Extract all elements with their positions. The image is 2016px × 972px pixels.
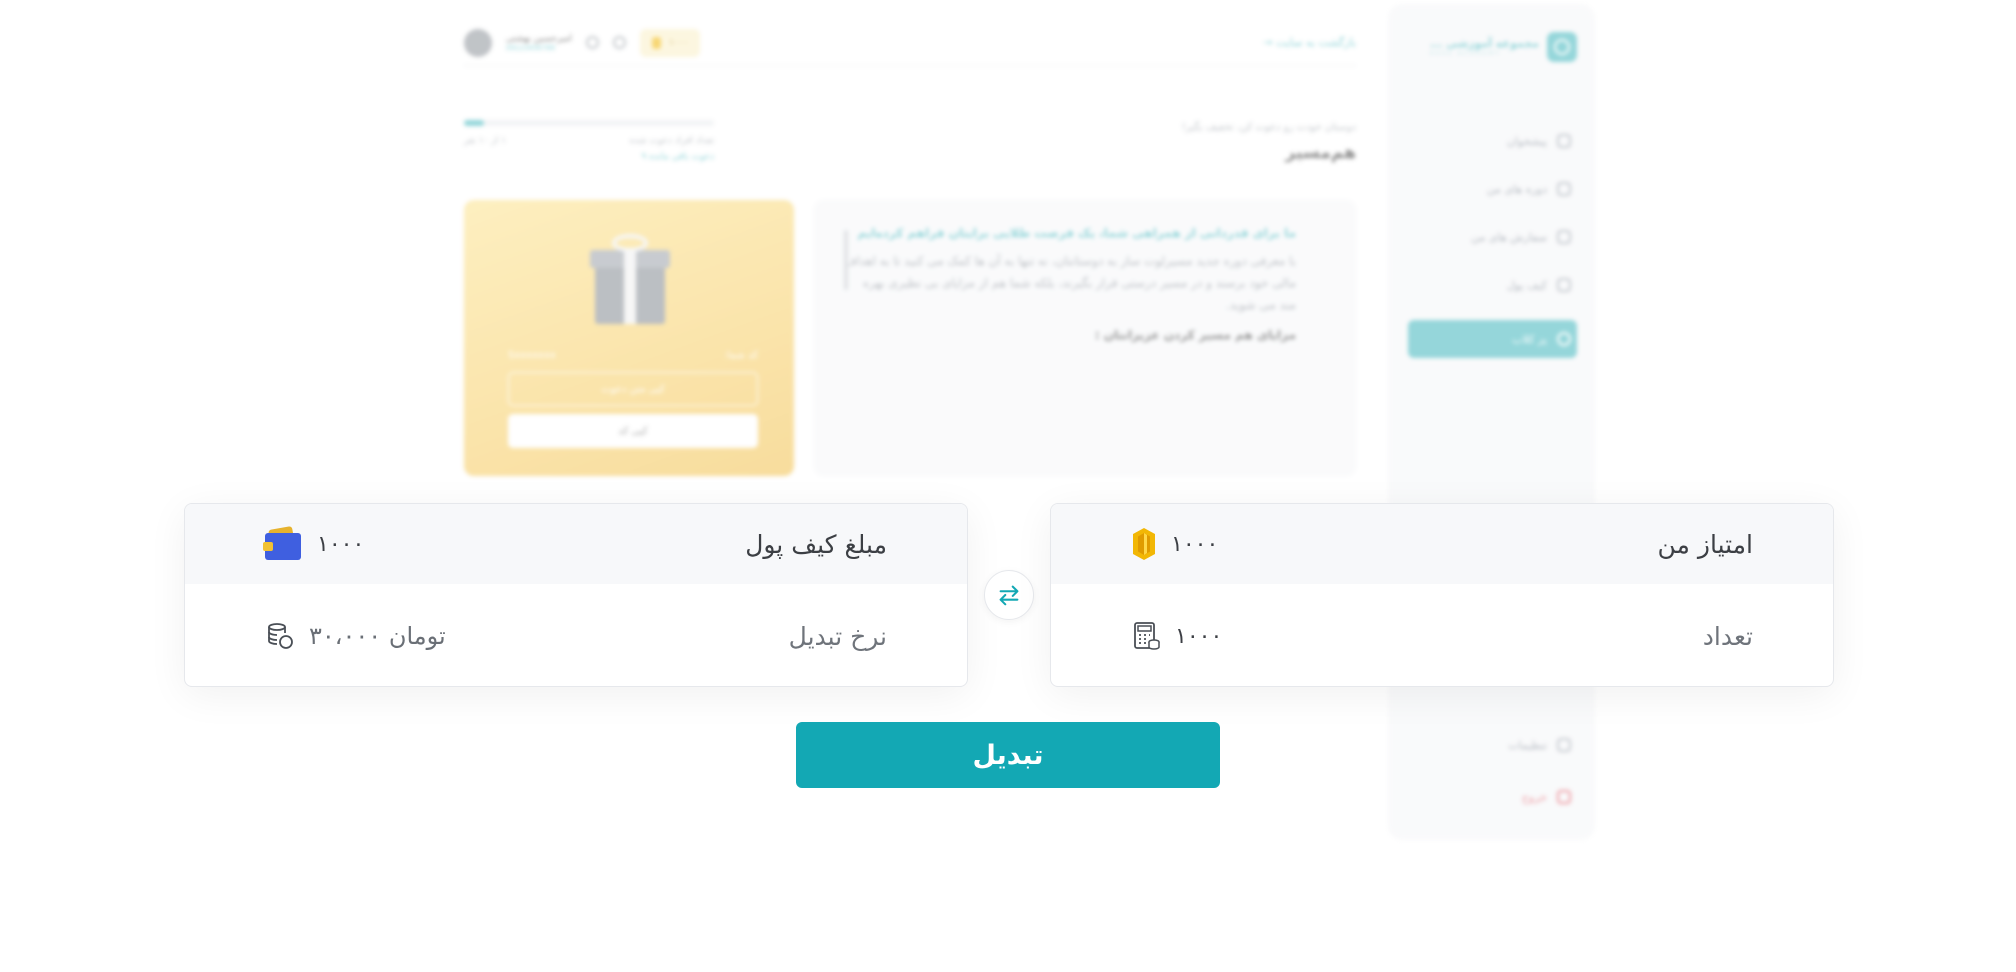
my-points-label: امتیاز من: [1657, 529, 1753, 559]
copy-code-button[interactable]: کپی کد: [508, 414, 758, 448]
sidebar-item-club[interactable]: پز کلاب: [1408, 320, 1577, 358]
progress-count: ۱ از ۱۰ نفر: [464, 136, 506, 146]
coin-balance: ۱۰۰۰: [668, 37, 689, 48]
referral-code-value: Sxxxxxxx: [508, 350, 556, 361]
wallet-amount-card: ۱۰۰۰ مبلغ کیف پول ۳۰،۰۰۰ تومان نرخ تبدیل: [184, 503, 968, 687]
back-link-label: بازگشت به سایت: [1276, 36, 1356, 49]
header-user-area: امیرحسین بهشتی 09123456789 ۱۰۰۰: [464, 28, 701, 57]
wallet-amount-label: مبلغ کیف پول: [745, 529, 887, 559]
user-info: امیرحسین بهشتی 09123456789: [506, 34, 572, 52]
progress-row: تعداد افراد دعوت شده ۱ از ۱۰ نفر: [464, 136, 714, 146]
brand-logo-icon: [1547, 32, 1577, 62]
points-count: ۱۰۰۰: [1131, 621, 1222, 651]
referral-code-label: کد شما:: [724, 350, 758, 361]
progress-track: [464, 120, 714, 126]
progress-fill: [464, 120, 484, 126]
brand[interactable]: مجموعه آموزشی ... KOSE ACADEMY: [1430, 32, 1577, 62]
sidebar-item-label: کیف پول: [1506, 278, 1547, 292]
info-heading: ما برای قدردانی از همراهی شما، یک فرصت ط…: [857, 226, 1296, 240]
info-card: ما برای قدردانی از همراهی شما، یک فرصت ط…: [814, 200, 1356, 476]
invite-progress: تعداد افراد دعوت شده ۱ از ۱۰ نفر ۹ دعوت …: [464, 120, 714, 162]
copy-invite-text-button[interactable]: کپی متن دعوت: [508, 372, 758, 406]
page-subtitle: دوستان خودت رو دعوت کن، تخفیف بگیر!: [1181, 122, 1356, 133]
bell-icon[interactable]: [585, 36, 599, 49]
top-header: امیرحسین بهشتی 09123456789 ۱۰۰۰ → بازگشت…: [464, 26, 1356, 66]
wallet-icon: [1557, 278, 1571, 292]
sidebar-item-label: پیشخوان: [1506, 134, 1547, 148]
sidebar-item-label: پز کلاب: [1512, 332, 1547, 346]
sidebar-item-settings[interactable]: تنظیمات: [1408, 732, 1577, 758]
swap-arrows-icon: [999, 585, 1019, 606]
swap-button[interactable]: [984, 570, 1034, 620]
sidebar-item-wallet[interactable]: کیف پول: [1408, 272, 1577, 298]
sidebar-item-label: سفارش های من: [1471, 230, 1547, 244]
club-icon: [1557, 332, 1571, 346]
background-app: امیرحسین بهشتی 09123456789 ۱۰۰۰ → بازگشت…: [420, 0, 1595, 840]
arrow-right-icon: →: [1263, 36, 1277, 49]
points-card-header: ۱۰۰۰ امتیاز من: [1051, 504, 1833, 584]
sidebar-item-logout[interactable]: خروج: [1408, 784, 1577, 810]
info-subheading: مزایای هم مسیر کردن عزیزانتان :: [1094, 328, 1296, 342]
brand-name: مجموعه آموزشی ...: [1429, 37, 1539, 50]
points-amount: ۱۰۰۰: [1131, 527, 1218, 561]
info-scrollbar[interactable]: [844, 230, 848, 290]
sidebar-item-label: خروج: [1521, 790, 1547, 804]
wallet-amount-value: ۱۰۰۰: [317, 531, 365, 557]
coin-icon: [1131, 527, 1157, 561]
sidebar-item-dashboard[interactable]: پیشخوان: [1408, 128, 1577, 154]
back-to-site-link[interactable]: → بازگشت به سایت: [1263, 36, 1356, 49]
brand-subtitle: KOSE ACADEMY: [1429, 50, 1502, 57]
coin-balance-pill[interactable]: ۱۰۰۰: [639, 28, 701, 57]
user-phone: 09123456789: [506, 43, 555, 52]
conversion-rate-row: ۳۰،۰۰۰ تومان نرخ تبدیل: [185, 584, 967, 686]
home-icon: [1557, 134, 1571, 148]
sidebar-bottom: تنظیمات خروج: [1408, 732, 1577, 810]
settings-icon: [1557, 738, 1571, 752]
page-title-area: دوستان خودت رو دعوت کن، تخفیف بگیر! هم‌م…: [1182, 122, 1356, 163]
wallet-card-header: ۱۰۰۰ مبلغ کیف پول: [185, 504, 967, 584]
orders-icon: [1557, 230, 1571, 244]
sidebar-item-my-orders[interactable]: سفارش های من: [1408, 224, 1577, 250]
courses-icon: [1557, 182, 1571, 196]
gift-card: کد شما: Sxxxxxxx کپی متن دعوت کپی کد: [464, 200, 794, 476]
progress-label: تعداد افراد دعوت شده: [629, 136, 714, 146]
conversion-rate-value: ۳۰،۰۰۰ تومان: [309, 622, 446, 650]
conversion-rate: ۳۰،۰۰۰ تومان: [265, 621, 446, 651]
points-count-value: ۱۰۰۰: [1175, 623, 1223, 649]
points-count-row: ۱۰۰۰ تعداد: [1051, 584, 1833, 686]
wallet-amount: ۱۰۰۰: [263, 526, 365, 560]
conversion-rate-label: نرخ تبدیل: [788, 621, 887, 651]
sidebar-item-label: دوره های من: [1486, 182, 1547, 196]
sidebar-item-my-courses[interactable]: دوره های من: [1408, 176, 1577, 202]
coin-icon: [651, 36, 661, 49]
page-title: هم‌مسیر: [1285, 143, 1356, 163]
progress-note: ۹ دعوت باقی مانده: [641, 152, 714, 162]
points-amount-value: ۱۰۰۰: [1171, 531, 1219, 557]
coins-stack-icon: [268, 623, 293, 649]
sidebar: مجموعه آموزشی ... KOSE ACADEMY پیشخوان د…: [1388, 4, 1595, 840]
convert-button[interactable]: تبدیل: [796, 722, 1220, 788]
sidebar-nav: پیشخوان دوره های من سفارش های من کیف پول…: [1408, 128, 1577, 358]
moon-icon[interactable]: [612, 36, 626, 49]
gift-icon: [590, 234, 670, 324]
brand-text: مجموعه آموزشی ... KOSE ACADEMY: [1430, 37, 1539, 57]
my-points-card: ۱۰۰۰ امتیاز من ۱۰۰۰ تعداد: [1050, 503, 1834, 687]
wallet-icon: [263, 526, 303, 560]
avatar[interactable]: [464, 28, 492, 57]
user-name: امیرحسین بهشتی: [506, 33, 572, 44]
referral-code-row: کد شما: Sxxxxxxx: [508, 350, 758, 361]
main-content: امیرحسین بهشتی 09123456789 ۱۰۰۰ → بازگشت…: [420, 0, 1380, 840]
info-body: با معرفی دوره جدید مسیرلوت ساز به دوستان…: [844, 254, 1296, 312]
points-count-label: تعداد: [1702, 621, 1753, 651]
calculator-icon: [1134, 622, 1160, 650]
logout-icon: [1557, 790, 1571, 804]
sidebar-item-label: تنظیمات: [1508, 738, 1547, 752]
